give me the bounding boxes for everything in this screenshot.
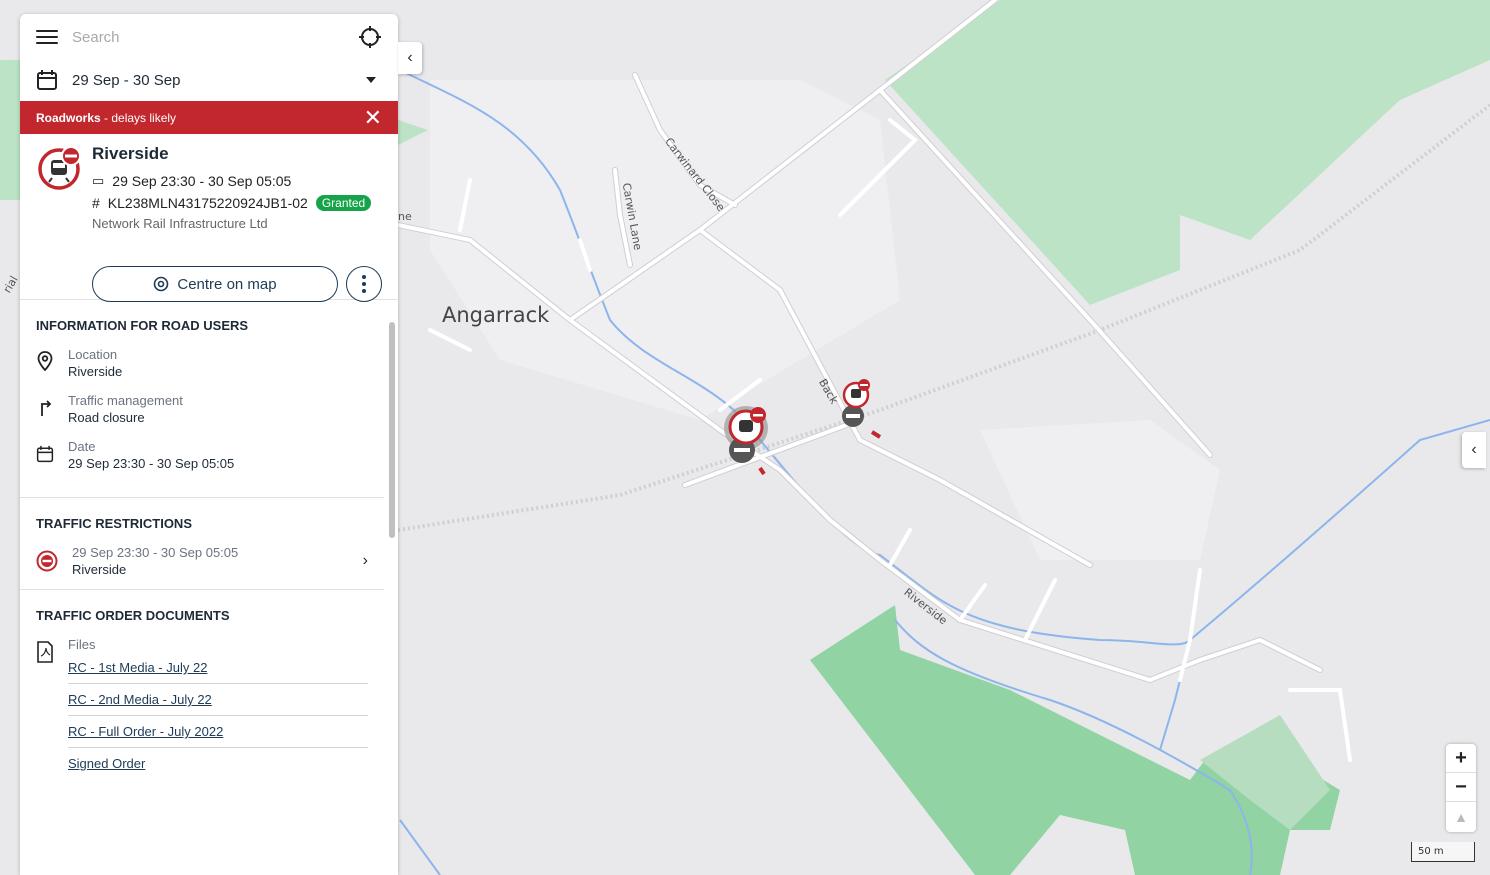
restrictions-section: TRAFFIC RESTRICTIONS 29 Sep 23:30 - 30 S… <box>20 498 384 590</box>
work-title: Riverside <box>92 144 169 163</box>
documents-section: TRAFFIC ORDER DOCUMENTS Files RC - 1st M… <box>20 590 384 805</box>
close-icon[interactable]: ✕ <box>364 106 382 129</box>
date-filter-value: 29 Sep - 30 Sep <box>72 71 181 89</box>
document-link[interactable]: RC - 2nd Media - July 22 <box>68 684 368 716</box>
expand-right-panel-button[interactable]: ‹ <box>1462 432 1486 468</box>
details-scroll-area[interactable]: INFORMATION FOR ROAD USERS Location River… <box>20 300 398 875</box>
document-link[interactable]: RC - Full Order - July 2022 <box>68 716 368 748</box>
restriction-road: Riverside <box>72 562 127 577</box>
compass-icon[interactable]: ▲ <box>1446 802 1476 831</box>
alert-text: - delays likely <box>100 110 177 125</box>
menu-icon[interactable] <box>36 26 58 48</box>
more-options-button[interactable] <box>346 266 382 302</box>
zoom-controls: + − ▲ <box>1446 744 1476 832</box>
scrollbar[interactable] <box>388 306 396 875</box>
chevron-left-icon: ‹ <box>407 49 413 66</box>
calendar-icon <box>36 445 54 463</box>
date-value: 29 Sep 23:30 - 30 Sep 05:05 <box>68 456 235 471</box>
scrollbar-thumb[interactable] <box>389 322 395 538</box>
date-filter[interactable]: 29 Sep - 30 Sep <box>20 60 398 100</box>
work-reference: KL238MLN43175220924JB1-02 <box>107 195 308 211</box>
traffic-management-label: Traffic management <box>68 393 183 408</box>
work-dates: 29 Sep 23:30 - 30 Sep 05:05 <box>112 173 292 189</box>
zoom-in-button[interactable]: + <box>1446 744 1476 773</box>
scale-bar: 50 m <box>1411 842 1475 862</box>
files-label: Files <box>68 637 96 652</box>
zoom-out-button[interactable]: − <box>1446 773 1476 802</box>
chevron-right-icon: › <box>362 552 368 569</box>
location-pin-icon <box>37 351 53 371</box>
place-label: Angarrack <box>442 303 550 327</box>
target-icon <box>154 276 169 292</box>
status-badge: Granted <box>315 195 372 211</box>
centre-on-map-label: Centre on map <box>177 275 277 293</box>
calendar-icon <box>37 70 57 90</box>
roadworks-train-icon <box>38 146 81 190</box>
no-entry-icon <box>36 550 58 572</box>
hash-icon: # <box>92 195 100 211</box>
date-label: Date <box>68 439 96 454</box>
road-users-section: INFORMATION FOR ROAD USERS Location River… <box>20 300 384 498</box>
document-link[interactable]: Signed Order <box>68 748 368 779</box>
calendar-icon: ▭ <box>92 173 105 188</box>
pdf-icon <box>37 641 53 663</box>
locate-icon[interactable] <box>358 25 382 49</box>
work-organisation: Network Rail Infrastructure Ltd <box>92 216 268 231</box>
restriction-item[interactable]: 29 Sep 23:30 - 30 Sep 05:05 Riverside › <box>36 545 368 577</box>
section-heading: TRAFFIC ORDER DOCUMENTS <box>36 608 230 623</box>
restriction-dates: 29 Sep 23:30 - 30 Sep 05:05 <box>72 545 239 560</box>
street-label: ne <box>398 210 412 223</box>
collapse-panel-button[interactable]: ‹ <box>398 42 422 74</box>
chevron-left-icon: ‹ <box>1471 441 1477 458</box>
details-panel: 29 Sep - 30 Sep Roadworks - delays likel… <box>20 14 398 875</box>
section-heading: TRAFFIC RESTRICTIONS <box>36 516 192 531</box>
location-value: Riverside <box>68 364 123 379</box>
search-input[interactable] <box>72 28 358 46</box>
alert-banner: Roadworks - delays likely ✕ <box>20 101 398 134</box>
search-bar <box>20 14 398 60</box>
document-link[interactable]: RC - 1st Media - July 22 <box>68 652 368 684</box>
work-summary: Riverside ▭ 29 Sep 23:30 - 30 Sep 05:05 #… <box>20 134 398 302</box>
centre-on-map-button[interactable]: Centre on map <box>92 266 338 302</box>
traffic-management-value: Road closure <box>68 410 145 425</box>
chevron-down-icon[interactable] <box>366 77 376 83</box>
location-label: Location <box>68 347 118 362</box>
diversion-icon <box>41 400 52 416</box>
alert-title: Roadworks <box>36 110 101 125</box>
section-heading: INFORMATION FOR ROAD USERS <box>36 318 249 333</box>
